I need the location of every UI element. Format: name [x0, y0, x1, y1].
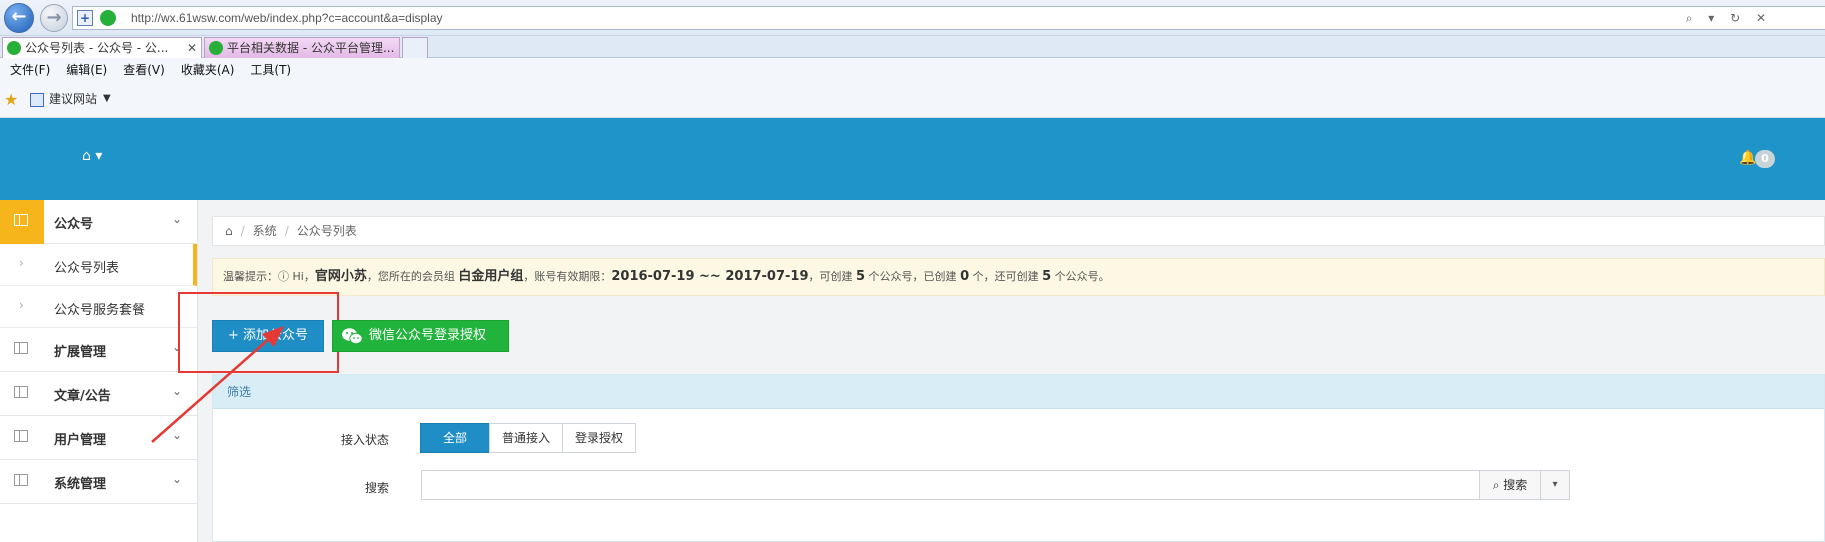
access-state-label: 接入状态 — [341, 433, 390, 447]
access-state-login-auth[interactable]: 登录授权 — [562, 423, 637, 453]
browser-menu-bar: 文件(F) 编辑(E) 查看(V) 收藏夹(A) 工具(T) — [0, 58, 1825, 82]
suggested-sites-icon — [30, 93, 44, 107]
wechat-icon — [342, 328, 363, 345]
home-menu-icon[interactable]: ⌂ ▾ — [82, 148, 102, 164]
sidebar-group-system[interactable]: 系统管理 ⌄ — [0, 460, 197, 504]
sidebar-item-label: 公众号列表 — [54, 261, 120, 276]
notice-username: 官网小苏 — [314, 269, 367, 284]
main-content: ⌂ / 系统 / 公众号列表 温馨提示：ⓘ Hi，官网小苏，您所在的会员组 白金用户组，… — [178, 200, 1825, 542]
notice-prefix: 温馨提示： — [223, 270, 278, 283]
columns-icon — [14, 214, 28, 226]
menu-view[interactable]: 查看(V) — [123, 58, 165, 82]
notice-range-separator: ~~ — [694, 269, 726, 284]
notice-end-date: 2017-07-19 — [725, 269, 809, 284]
breadcrumb-separator: / — [284, 224, 289, 238]
wechat-login-auth-button[interactable]: 微信公众号登录授权 — [332, 320, 509, 352]
address-icons: + — [77, 10, 116, 26]
info-icon: ⓘ — [278, 270, 289, 283]
notice-member-group: 白金用户组 — [458, 269, 524, 284]
filter-panel-title: 筛选 — [213, 375, 1824, 409]
menu-tools[interactable]: 工具(T) — [250, 58, 291, 82]
sidebar-group-accounts[interactable]: 公众号 ⌄ — [0, 200, 197, 244]
chevron-down-icon: ⌄ — [172, 472, 183, 486]
columns-icon — [14, 386, 28, 398]
favorites-star-icon[interactable]: ★ — [4, 92, 18, 108]
browser-tab-platform-data[interactable]: 平台相关数据 - 公众平台管理... — [204, 37, 400, 58]
new-tab-button[interactable] — [402, 37, 428, 58]
url-text[interactable]: http://wx.61wsw.com/web/index.php?c=acco… — [131, 11, 443, 25]
back-button[interactable]: ← — [4, 3, 34, 33]
filter-panel: 筛选 接入状态 全部 普通接入 登录授权 搜索 ⌕ 搜索 ▾ — [212, 374, 1825, 542]
notice-text: 个公众号。 — [1051, 270, 1110, 283]
browser-tab-strip: 公众号列表 - 公众号 - 公... ✕ 平台相关数据 - 公众平台管理... — [0, 36, 1825, 58]
sidebar-group-label: 扩展管理 — [54, 345, 107, 360]
columns-icon — [14, 430, 28, 442]
tab-close-icon[interactable]: ✕ — [187, 38, 197, 58]
sidebar-group-users[interactable]: 用户管理 ⌄ — [0, 416, 197, 460]
chevron-right-icon: › — [19, 298, 24, 312]
bell-icon[interactable]: 🔔 — [1739, 150, 1756, 166]
url-field[interactable]: + http://wx.61wsw.com/web/index.php?c=ac… — [72, 6, 1825, 30]
search-label: 搜索 — [365, 481, 390, 495]
breadcrumb-item-current: 公众号列表 — [296, 224, 357, 238]
notice-text: 个，还可创建 — [969, 270, 1043, 283]
tab-label: 平台相关数据 - 公众平台管理... — [227, 41, 395, 55]
notice-text: ，可创建 — [808, 270, 857, 283]
menu-favorites[interactable]: 收藏夹(A) — [181, 58, 235, 82]
sidebar: 公众号 ⌄ › 公众号列表 › 公众号服务套餐 扩展管理 ⌄ 文章/公告 ⌄ 用… — [0, 200, 198, 542]
sidebar-group-label: 用户管理 — [54, 433, 107, 448]
notice-greeting: Hi， — [289, 270, 315, 283]
chevron-down-icon: ⌄ — [172, 428, 183, 442]
address-tools-icons[interactable]: ⌕ ▾ ↻ ✕ — [1686, 11, 1772, 26]
breadcrumb: ⌂ / 系统 / 公众号列表 — [212, 216, 1825, 246]
site-favicon-icon — [100, 10, 116, 26]
forward-button[interactable]: → — [40, 4, 68, 32]
browser-tab-account-list[interactable]: 公众号列表 - 公众号 - 公... ✕ — [2, 37, 202, 58]
chevron-down-icon: ⌄ — [172, 212, 183, 226]
notice-remaining: 5 — [1042, 269, 1052, 284]
menu-file[interactable]: 文件(F) — [10, 58, 50, 82]
columns-icon — [14, 474, 28, 486]
wechat-favicon-icon — [209, 41, 223, 55]
compat-view-icon[interactable]: + — [77, 10, 93, 26]
access-state-toggle: 全部 普通接入 登录授权 — [420, 423, 637, 453]
search-button[interactable]: ⌕ 搜索 — [1479, 470, 1541, 500]
sidebar-group-articles[interactable]: 文章/公告 ⌄ — [0, 372, 197, 416]
breadcrumb-item-system[interactable]: 系统 — [253, 224, 277, 238]
search-input[interactable] — [421, 470, 1481, 500]
columns-icon — [14, 342, 28, 354]
suggested-sites-link[interactable]: 建议网站 — [49, 91, 97, 107]
search-options-caret[interactable]: ▾ — [1540, 470, 1570, 500]
access-state-normal[interactable]: 普通接入 — [489, 423, 564, 453]
access-state-all[interactable]: 全部 — [420, 423, 491, 453]
sidebar-group-label: 系统管理 — [54, 477, 107, 492]
wechat-favicon-icon — [7, 41, 21, 55]
sidebar-item-service-packages[interactable]: › 公众号服务套餐 — [0, 286, 197, 328]
account-notice: 温馨提示：ⓘ Hi，官网小苏，您所在的会员组 白金用户组，账号有效期限：2016… — [212, 258, 1825, 296]
notice-text: 个公众号，已创建 — [865, 270, 961, 283]
sidebar-item-account-list[interactable]: › 公众号列表 — [0, 244, 197, 286]
browser-address-bar: ← → + http://wx.61wsw.com/web/index.php?… — [0, 0, 1825, 36]
chevron-right-icon: › — [19, 256, 24, 270]
breadcrumb-separator: / — [240, 224, 245, 238]
sidebar-group-label: 公众号 — [54, 217, 94, 232]
sidebar-group-label: 文章/公告 — [54, 389, 111, 404]
home-icon[interactable]: ⌂ — [225, 224, 233, 238]
tab-label: 公众号列表 - 公众号 - 公... — [25, 41, 169, 55]
app-header: ⌂ ▾ 🔔 0 — [0, 118, 1825, 200]
sidebar-group-extensions[interactable]: 扩展管理 ⌄ — [0, 328, 197, 372]
chevron-down-icon: ⌄ — [172, 384, 183, 398]
chevron-down-icon[interactable]: ▼ — [103, 91, 111, 107]
notice-created: 0 — [960, 269, 970, 284]
add-account-button[interactable]: + 添加公众号 — [212, 320, 324, 352]
notification-badge[interactable]: 0 — [1755, 150, 1775, 168]
notice-start-date: 2016-07-19 — [611, 269, 695, 284]
menu-edit[interactable]: 编辑(E) — [66, 58, 107, 82]
wechat-login-auth-label: 微信公众号登录授权 — [369, 328, 487, 343]
notice-text: ，账号有效期限： — [523, 270, 612, 283]
notice-text: ，您所在的会员组 — [366, 270, 459, 283]
sidebar-item-label: 公众号服务套餐 — [54, 303, 146, 318]
notice-can-create: 5 — [856, 269, 866, 284]
favorites-bar: ★ 建议网站 ▼ — [0, 82, 1825, 118]
